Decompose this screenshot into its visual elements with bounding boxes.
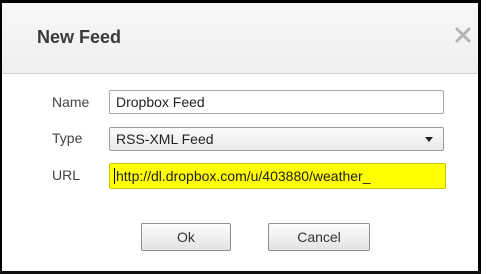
name-label: Name xyxy=(52,94,90,110)
name-field-value: Dropbox Feed xyxy=(116,94,205,110)
new-feed-dialog: New Feed Name Dropbox Feed Type RSS-XML … xyxy=(0,0,486,274)
url-label: URL xyxy=(52,167,81,183)
window-border-top xyxy=(0,0,478,3)
cancel-button[interactable]: Cancel xyxy=(268,223,370,251)
window-border-right xyxy=(478,0,481,274)
ok-button[interactable]: Ok xyxy=(141,223,231,251)
close-icon[interactable] xyxy=(454,26,472,44)
type-select[interactable]: RSS-XML Feed xyxy=(109,127,444,151)
text-cursor xyxy=(114,168,115,184)
header-divider xyxy=(2,73,478,74)
url-field[interactable]: http://dl.dropbox.com/u/403880/weather_ xyxy=(109,163,446,189)
chevron-down-icon xyxy=(425,137,433,142)
url-field-value: http://dl.dropbox.com/u/403880/weather_ xyxy=(116,168,371,184)
window-border-left xyxy=(0,0,2,274)
type-select-value: RSS-XML Feed xyxy=(116,131,214,147)
dialog-title: New Feed xyxy=(37,27,122,47)
name-field[interactable]: Dropbox Feed xyxy=(109,90,444,114)
type-label: Type xyxy=(52,130,83,146)
